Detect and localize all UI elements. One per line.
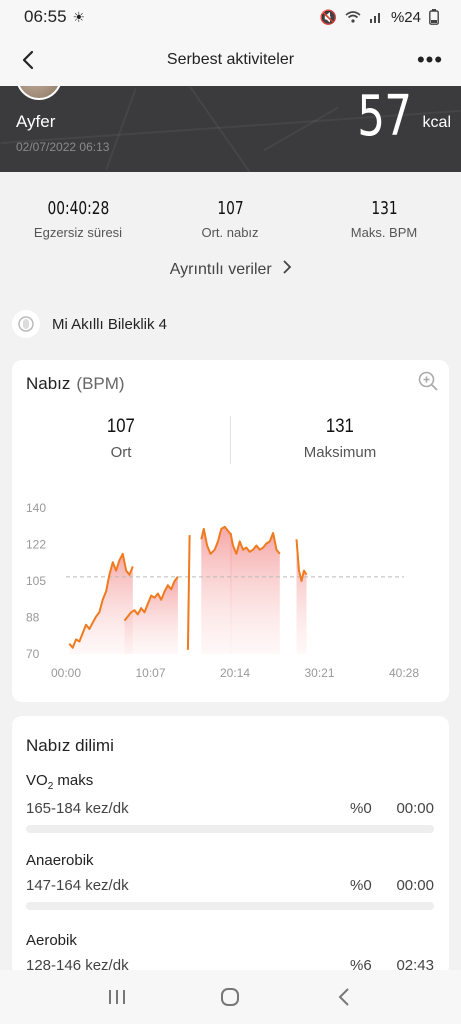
activity-hero: Ayfer 02/07/2022 06:13 57 kcal — [0, 86, 461, 172]
y-tick-label: 122 — [26, 538, 46, 552]
status-bar: 06:55 ☀ 🔇 %24 — [0, 0, 461, 34]
x-tick-label: 20:14 — [220, 666, 250, 680]
stat-avg-hr: 107 Ort. nabız — [160, 198, 300, 240]
signal-icon — [369, 13, 380, 23]
heart-rate-chart: 140 122 105 88 70 00:00 10:07 20:14 30:21 40:28 — [26, 501, 419, 680]
stat-max-bpm: 131 Maks. BPM — [314, 198, 454, 240]
heart-rate-unit: (BPM) — [76, 374, 125, 393]
zone-duration: 00:00 — [396, 800, 434, 817]
zone-name: VO2 maks — [26, 772, 94, 792]
home-icon — [221, 988, 240, 1006]
stat-label: Egzersiz süresi — [33, 225, 123, 240]
wifi-icon — [345, 11, 361, 23]
hr-avg: 107 Ort — [12, 416, 230, 461]
stat-label: Ort. nabız — [201, 225, 259, 240]
status-time: 06:55 — [24, 7, 67, 26]
y-tick-label: 70 — [26, 647, 40, 661]
zone-percent: %0 — [350, 800, 372, 817]
hr-max-value: 131 — [326, 416, 354, 437]
battery-percent: %24 — [390, 8, 421, 26]
y-tick-label: 105 — [26, 574, 46, 588]
zoom-in-icon — [418, 371, 438, 391]
stat-value: 00:40:28 — [47, 198, 109, 219]
status-icons: 🔇 %24 — [320, 9, 439, 26]
y-tick-label: 88 — [26, 611, 40, 625]
mute-icon: 🔇 — [319, 8, 337, 25]
zoom-button[interactable] — [417, 370, 439, 392]
zone-item[interactable]: Aerobik 128-146 kez/dk %6 02:43 — [26, 932, 434, 974]
heart-rate-zones-card: Nabız dilimi VO2 maks 165-184 kez/dk %0 … — [12, 716, 449, 976]
zone-name: Anaerobik — [26, 852, 94, 869]
x-tick-label: 40:28 — [389, 666, 419, 680]
zone-range: 165-184 kez/dk — [26, 800, 129, 817]
system-nav-bar — [0, 970, 461, 1024]
details-link-label: Ayrıntılı veriler — [169, 261, 272, 278]
zone-item[interactable]: Anaerobik 147-164 kez/dk %0 00:00 — [26, 852, 434, 910]
details-link[interactable]: Ayrıntılı veriler — [0, 260, 461, 279]
calories-value: 57 — [356, 86, 412, 149]
nav-back-button[interactable] — [324, 977, 364, 1017]
hr-avg-label: Ort — [110, 444, 132, 461]
back-arrow-icon — [22, 50, 34, 70]
band-icon — [12, 310, 40, 338]
page-title: Serbest aktiviteler — [166, 51, 295, 68]
x-tick-label: 30:21 — [304, 666, 334, 680]
zones-title: Nabız dilimi — [26, 736, 114, 755]
stat-value: 107 — [216, 198, 244, 219]
heart-rate-title: Nabız (BPM) — [26, 374, 125, 394]
nav-back-icon — [338, 988, 349, 1006]
zone-percent: %0 — [350, 877, 372, 894]
brightness-icon: ☀ — [72, 8, 86, 25]
device-row[interactable]: Mi Akıllı Bileklik 4 — [0, 304, 461, 344]
home-button[interactable] — [210, 977, 250, 1017]
recents-button[interactable] — [97, 977, 137, 1017]
recents-icon — [108, 990, 125, 1004]
battery-icon — [429, 9, 439, 25]
zone-bar — [26, 902, 434, 910]
hr-avg-value: 107 — [107, 416, 135, 437]
avatar[interactable] — [16, 86, 62, 100]
heart-rate-card: Nabız (BPM) 107 Ort 131 Maksimum 140 122 10… — [12, 360, 449, 702]
zone-bar — [26, 825, 434, 833]
back-button[interactable] — [14, 46, 42, 74]
more-icon: ••• — [416, 47, 444, 72]
summary-stats: 00:40:28 Egzersiz süresi 107 Ort. nabız … — [0, 172, 461, 300]
hr-max: 131 Maksimum — [231, 416, 449, 461]
device-name: Mi Akıllı Bileklik 4 — [52, 315, 168, 333]
zone-item[interactable]: VO2 maks 165-184 kez/dk %0 00:00 — [26, 772, 434, 833]
calories-unit: kcal — [422, 114, 451, 131]
zone-name: Aerobik — [26, 932, 77, 949]
chevron-right-icon — [283, 260, 292, 274]
user-name: Ayfer — [16, 112, 56, 131]
stat-label: Maks. BPM — [350, 225, 418, 240]
y-tick-label: 140 — [26, 501, 46, 515]
more-button[interactable]: ••• — [413, 46, 447, 74]
heart-rate-title-text: Nabız — [26, 374, 71, 393]
x-tick-label: 00:00 — [51, 666, 81, 680]
stat-duration: 00:40:28 Egzersiz süresi — [8, 198, 148, 240]
zone-range: 147-164 kez/dk — [26, 877, 129, 894]
x-tick-label: 10:07 — [135, 666, 165, 680]
hr-max-label: Maksimum — [303, 444, 377, 461]
zone-duration: 00:00 — [396, 877, 434, 894]
activity-date: 02/07/2022 06:13 — [16, 140, 110, 154]
app-header: Serbest aktiviteler ••• — [0, 34, 461, 86]
stat-value: 131 — [370, 198, 398, 219]
